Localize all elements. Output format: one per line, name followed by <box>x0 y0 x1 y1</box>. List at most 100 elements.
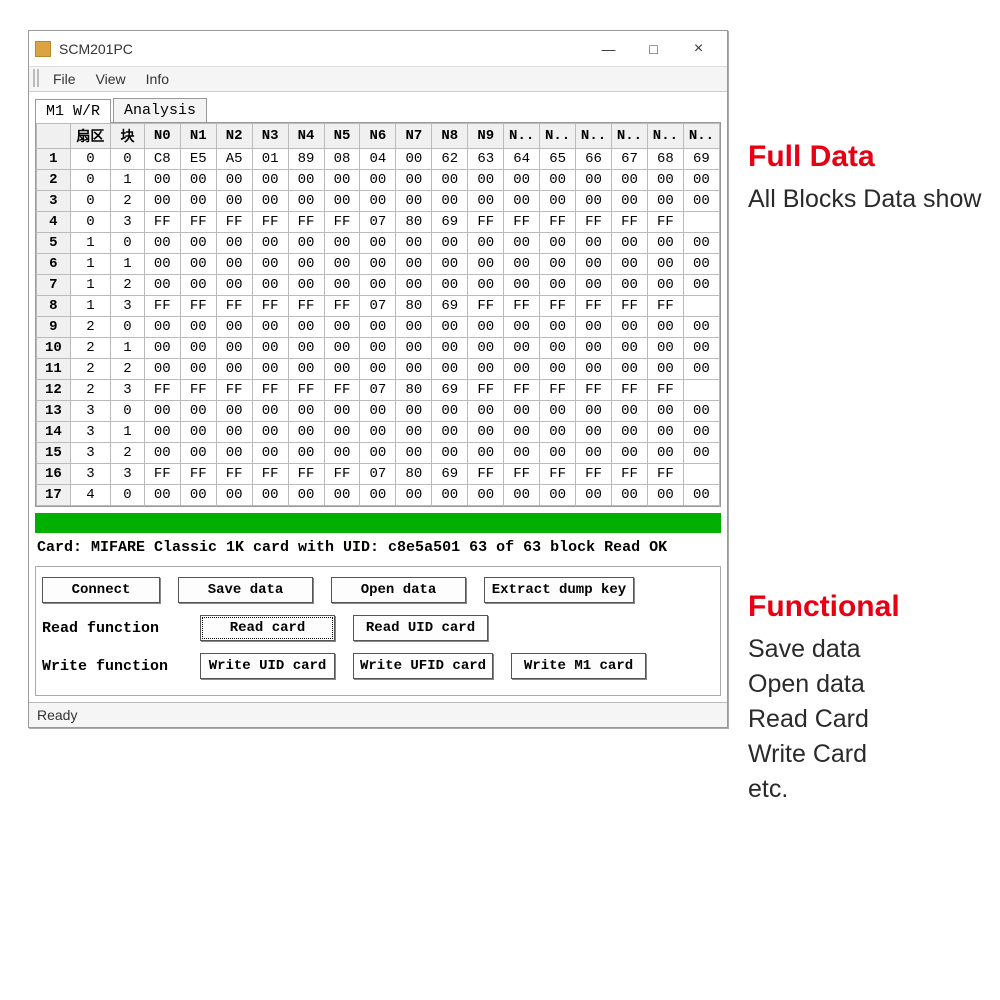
table-row[interactable]: 813FFFFFFFFFFFF078069FFFFFFFFFFFF <box>37 296 720 317</box>
table-cell[interactable]: 00 <box>288 275 324 296</box>
table-cell[interactable]: 00 <box>252 191 288 212</box>
table-cell[interactable]: 00 <box>576 233 612 254</box>
table-cell[interactable] <box>683 380 719 401</box>
column-header[interactable]: N6 <box>360 124 396 149</box>
table-cell[interactable]: 00 <box>647 254 683 275</box>
table-cell[interactable]: 00 <box>468 338 504 359</box>
table-cell[interactable]: FF <box>324 380 360 401</box>
table-cell[interactable]: 0 <box>111 317 145 338</box>
table-cell[interactable]: 00 <box>396 317 432 338</box>
table-cell[interactable]: 00 <box>540 485 576 506</box>
table-cell[interactable] <box>683 212 719 233</box>
table-cell[interactable]: 00 <box>683 485 719 506</box>
column-header[interactable]: N.. <box>576 124 612 149</box>
table-cell[interactable]: 00 <box>504 338 540 359</box>
table-cell[interactable]: 00 <box>252 359 288 380</box>
table-cell[interactable]: 00 <box>252 422 288 443</box>
table-cell[interactable]: 00 <box>468 422 504 443</box>
table-cell[interactable]: 00 <box>432 170 468 191</box>
table-cell[interactable]: 00 <box>288 338 324 359</box>
table-cell[interactable]: FF <box>216 212 252 233</box>
table-cell[interactable]: 00 <box>216 254 252 275</box>
table-cell[interactable]: FF <box>540 212 576 233</box>
table-cell[interactable]: 00 <box>432 275 468 296</box>
table-cell[interactable]: FF <box>144 464 180 485</box>
table-cell[interactable]: FF <box>468 296 504 317</box>
table-cell[interactable]: 00 <box>396 485 432 506</box>
table-cell[interactable]: 00 <box>540 443 576 464</box>
column-header[interactable]: N8 <box>432 124 468 149</box>
table-cell[interactable]: 00 <box>612 422 648 443</box>
table-cell[interactable]: 00 <box>144 401 180 422</box>
table-cell[interactable]: 00 <box>540 233 576 254</box>
table-cell[interactable]: 00 <box>683 401 719 422</box>
table-cell[interactable]: 00 <box>180 443 216 464</box>
table-cell[interactable]: 00 <box>432 443 468 464</box>
table-cell[interactable]: 00 <box>540 317 576 338</box>
table-cell[interactable]: 00 <box>468 443 504 464</box>
table-cell[interactable]: 00 <box>432 401 468 422</box>
table-cell[interactable]: 00 <box>288 191 324 212</box>
table-cell[interactable]: 2 <box>70 317 110 338</box>
table-cell[interactable]: 00 <box>396 149 432 170</box>
table-row[interactable]: 61100000000000000000000000000000000 <box>37 254 720 275</box>
column-header[interactable]: N1 <box>180 124 216 149</box>
row-index[interactable]: 9 <box>37 317 71 338</box>
table-cell[interactable]: 00 <box>252 170 288 191</box>
table-cell[interactable]: 00 <box>612 233 648 254</box>
table-row[interactable]: 1223FFFFFFFFFFFF078069FFFFFFFFFFFF <box>37 380 720 401</box>
table-cell[interactable]: 3 <box>111 380 145 401</box>
table-cell[interactable]: 00 <box>683 422 719 443</box>
table-cell[interactable]: 00 <box>252 254 288 275</box>
table-cell[interactable]: 1 <box>111 422 145 443</box>
minimize-button[interactable]: — <box>586 34 631 64</box>
table-cell[interactable]: 00 <box>180 254 216 275</box>
table-cell[interactable]: 00 <box>647 338 683 359</box>
table-cell[interactable]: FF <box>216 380 252 401</box>
table-cell[interactable]: 00 <box>252 338 288 359</box>
table-cell[interactable]: 0 <box>111 401 145 422</box>
table-cell[interactable]: 2 <box>111 443 145 464</box>
table-cell[interactable]: FF <box>612 212 648 233</box>
table-cell[interactable]: 00 <box>180 191 216 212</box>
table-cell[interactable]: 00 <box>612 275 648 296</box>
table-cell[interactable]: 00 <box>612 443 648 464</box>
table-cell[interactable]: 00 <box>432 317 468 338</box>
table-cell[interactable]: 0 <box>111 485 145 506</box>
table-cell[interactable]: 0 <box>70 170 110 191</box>
table-cell[interactable]: 00 <box>683 170 719 191</box>
table-cell[interactable]: 00 <box>396 191 432 212</box>
table-cell[interactable]: 3 <box>111 212 145 233</box>
table-cell[interactable]: FF <box>647 212 683 233</box>
table-cell[interactable]: 00 <box>432 254 468 275</box>
table-cell[interactable]: FF <box>324 212 360 233</box>
table-cell[interactable]: 00 <box>144 233 180 254</box>
table-cell[interactable]: 00 <box>324 443 360 464</box>
table-cell[interactable]: 00 <box>396 338 432 359</box>
table-cell[interactable]: 00 <box>576 338 612 359</box>
table-cell[interactable]: 00 <box>683 359 719 380</box>
read-uid-card-button[interactable]: Read UID card <box>353 615 488 641</box>
table-cell[interactable]: 00 <box>396 359 432 380</box>
table-cell[interactable]: 07 <box>360 296 396 317</box>
table-cell[interactable]: 00 <box>468 275 504 296</box>
table-cell[interactable]: 00 <box>468 170 504 191</box>
column-header[interactable]: N0 <box>144 124 180 149</box>
table-cell[interactable]: 00 <box>144 170 180 191</box>
table-cell[interactable]: FF <box>216 296 252 317</box>
table-cell[interactable]: 80 <box>396 212 432 233</box>
table-cell[interactable]: 00 <box>432 485 468 506</box>
table-cell[interactable]: 00 <box>612 485 648 506</box>
table-cell[interactable]: 00 <box>396 233 432 254</box>
table-cell[interactable]: 00 <box>432 338 468 359</box>
table-row[interactable]: 153200000000000000000000000000000000 <box>37 443 720 464</box>
table-cell[interactable]: 00 <box>612 338 648 359</box>
table-cell[interactable]: 00 <box>180 275 216 296</box>
table-cell[interactable]: 00 <box>396 401 432 422</box>
row-index[interactable]: 14 <box>37 422 71 443</box>
table-cell[interactable]: 63 <box>468 149 504 170</box>
table-cell[interactable]: 69 <box>432 212 468 233</box>
table-cell[interactable]: 00 <box>683 254 719 275</box>
table-cell[interactable]: 80 <box>396 380 432 401</box>
table-cell[interactable]: 00 <box>360 338 396 359</box>
